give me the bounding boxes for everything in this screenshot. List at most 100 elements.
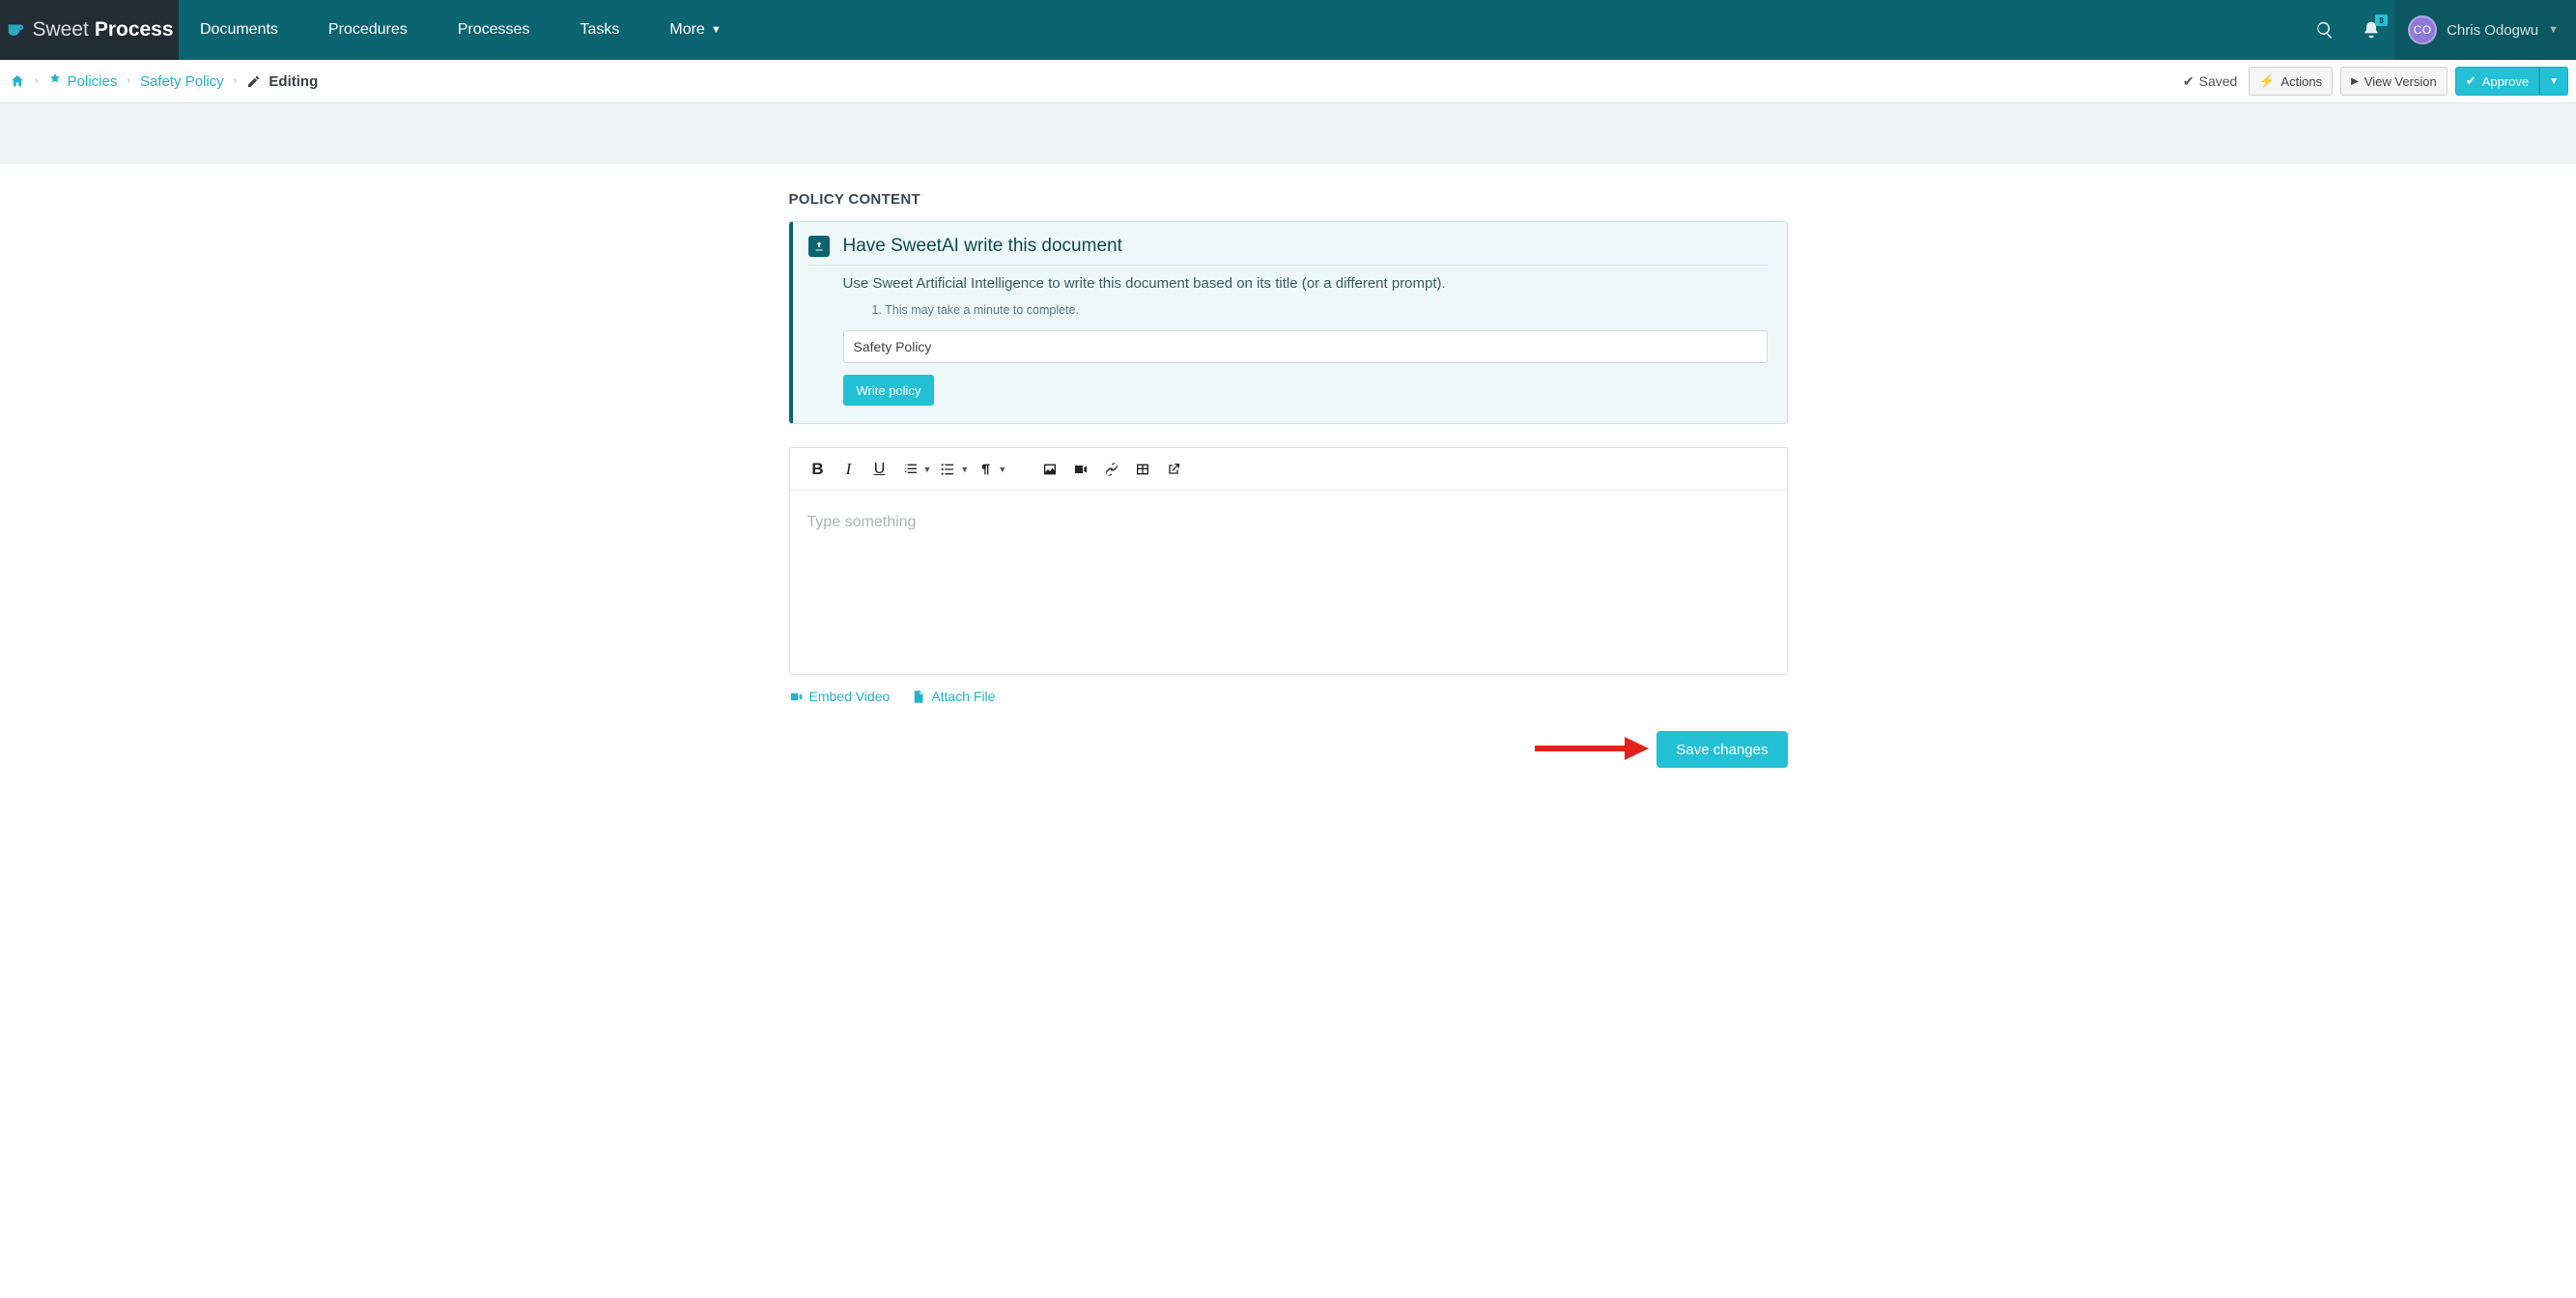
ai-panel-subtitle: Use Sweet Artificial Intelligence to wri… bbox=[843, 275, 1768, 292]
pilcrow-icon bbox=[977, 462, 993, 477]
crumb-policies[interactable]: Policies bbox=[48, 72, 118, 90]
breadcrumb: › Policies › Safety Policy › Editing bbox=[10, 72, 318, 90]
actions-label: Actions bbox=[2281, 74, 2323, 89]
actions-button[interactable]: ⚡Actions bbox=[2249, 67, 2333, 96]
italic-button[interactable]: I bbox=[835, 455, 863, 484]
editor-textarea[interactable]: Type something bbox=[790, 491, 1787, 674]
list-ul-icon bbox=[940, 462, 955, 477]
brand[interactable]: Sweet Process bbox=[0, 0, 179, 60]
nav-processes[interactable]: Processes bbox=[458, 21, 530, 39]
open-external-button[interactable] bbox=[1159, 455, 1188, 484]
crumb-sep: › bbox=[35, 75, 39, 87]
chevron-down-icon: ▼ bbox=[2548, 24, 2559, 36]
header-spacer bbox=[0, 103, 2576, 164]
annotation-arrow bbox=[1533, 735, 1649, 764]
save-changes-button[interactable]: Save changes bbox=[1656, 731, 1787, 768]
link-icon bbox=[1104, 462, 1119, 477]
pencil-icon bbox=[246, 74, 261, 89]
nav-more[interactable]: More ▼ bbox=[669, 21, 721, 39]
cup-icon bbox=[5, 19, 26, 41]
notification-badge: 8 bbox=[2375, 14, 2388, 26]
bold-button[interactable]: B bbox=[804, 455, 833, 484]
ai-prompt-input[interactable] bbox=[843, 330, 1768, 363]
notifications-button[interactable]: 8 bbox=[2348, 0, 2394, 60]
save-row: Save changes bbox=[789, 731, 1788, 768]
approve-split: ✔ Approve ▼ bbox=[2455, 67, 2568, 96]
editor-placeholder: Type something bbox=[807, 514, 917, 530]
chevron-down-icon: ▼ bbox=[711, 24, 722, 36]
nav-links: Documents Procedures Processes Tasks Mor… bbox=[179, 0, 722, 60]
crumb-sep: › bbox=[234, 75, 238, 87]
search-button[interactable] bbox=[2302, 0, 2348, 60]
crumb-safety-policy[interactable]: Safety Policy bbox=[140, 73, 224, 90]
avatar: CO bbox=[2408, 15, 2437, 44]
insert-image-button[interactable] bbox=[1035, 455, 1064, 484]
external-link-icon bbox=[1166, 462, 1181, 477]
avatar-initials: CO bbox=[2414, 23, 2432, 37]
editor-toolbar: B I U ▼ ▼ ▼ bbox=[790, 448, 1787, 491]
insert-link-button[interactable] bbox=[1097, 455, 1126, 484]
breadcrumb-bar: › Policies › Safety Policy › Editing ✔ S… bbox=[0, 60, 2576, 103]
crumb-editing: Editing bbox=[246, 73, 318, 90]
file-icon bbox=[911, 690, 925, 704]
section-title: POLICY CONTENT bbox=[789, 191, 1788, 208]
nav-documents[interactable]: Documents bbox=[200, 21, 278, 39]
unordered-list-button[interactable] bbox=[933, 455, 962, 484]
top-navbar: Sweet Process Documents Procedures Proces… bbox=[0, 0, 2576, 60]
saved-label: Saved bbox=[2199, 73, 2238, 89]
chevron-down-icon[interactable]: ▼ bbox=[960, 465, 969, 474]
crumb-sep: › bbox=[127, 75, 130, 87]
nav-more-label: More bbox=[669, 21, 704, 39]
nav-tasks[interactable]: Tasks bbox=[580, 21, 619, 39]
search-icon bbox=[2315, 20, 2335, 40]
view-version-button[interactable]: ▶View Version bbox=[2340, 67, 2448, 96]
paragraph-format-button[interactable] bbox=[971, 455, 1000, 484]
embed-video-label: Embed Video bbox=[809, 689, 891, 704]
embed-video-link[interactable]: Embed Video bbox=[789, 689, 891, 704]
approve-more-button[interactable]: ▼ bbox=[2539, 67, 2568, 96]
action-buttons: ✔ Saved ⚡Actions ▶View Version ✔ Approve… bbox=[2183, 67, 2568, 96]
attach-file-label: Attach File bbox=[931, 689, 995, 704]
list-ol-icon bbox=[903, 462, 919, 477]
nav-tasks-label: Tasks bbox=[580, 21, 619, 39]
crumb-policies-label: Policies bbox=[68, 73, 118, 90]
video-icon bbox=[789, 690, 804, 704]
saved-indicator: ✔ Saved bbox=[2183, 73, 2237, 90]
chevron-down-icon[interactable]: ▼ bbox=[923, 465, 932, 474]
nav-processes-label: Processes bbox=[458, 21, 530, 39]
ai-suggest-panel: Have SweetAI write this document Use Swe… bbox=[789, 221, 1788, 424]
user-menu[interactable]: CO Chris Odogwu ▼ bbox=[2394, 0, 2576, 60]
brand-text-light: Sweet bbox=[32, 18, 88, 42]
editor-media-row: Embed Video Attach File bbox=[789, 689, 1788, 704]
brand-text-bold: Process bbox=[95, 18, 174, 42]
ai-upload-icon bbox=[808, 236, 830, 257]
table-icon bbox=[1135, 462, 1150, 477]
play-icon: ▶ bbox=[2351, 76, 2359, 87]
attach-file-link[interactable]: Attach File bbox=[911, 689, 995, 704]
home-icon bbox=[10, 73, 25, 89]
insert-table-button[interactable] bbox=[1128, 455, 1157, 484]
nav-procedures[interactable]: Procedures bbox=[328, 21, 408, 39]
video-icon bbox=[1073, 462, 1089, 477]
crumb-safety-label: Safety Policy bbox=[140, 73, 224, 90]
ordered-list-button[interactable] bbox=[896, 455, 925, 484]
image-icon bbox=[1042, 462, 1058, 477]
pin-icon bbox=[48, 72, 62, 86]
user-name: Chris Odogwu bbox=[2447, 22, 2538, 39]
approve-label: Approve bbox=[2482, 74, 2529, 89]
main-column: POLICY CONTENT Have SweetAI write this d… bbox=[789, 164, 1788, 768]
insert-video-button[interactable] bbox=[1066, 455, 1095, 484]
crumb-home[interactable] bbox=[10, 73, 25, 89]
crumb-editing-label: Editing bbox=[269, 73, 318, 90]
approve-button[interactable]: ✔ Approve bbox=[2455, 67, 2539, 96]
chevron-down-icon: ▼ bbox=[2549, 76, 2559, 87]
ai-panel-title: Have SweetAI write this document bbox=[843, 236, 1122, 257]
chevron-down-icon[interactable]: ▼ bbox=[998, 465, 1006, 474]
ai-panel-note: 1. This may take a minute to complete. bbox=[872, 303, 1768, 317]
ai-panel-header: Have SweetAI write this document bbox=[808, 236, 1768, 266]
rich-editor: B I U ▼ ▼ ▼ Type something bbox=[789, 447, 1788, 675]
nav-documents-label: Documents bbox=[200, 21, 278, 39]
nav-right: 8 CO Chris Odogwu ▼ bbox=[2302, 0, 2576, 60]
write-policy-button[interactable]: Write policy bbox=[843, 375, 935, 406]
underline-button[interactable]: U bbox=[865, 455, 894, 484]
